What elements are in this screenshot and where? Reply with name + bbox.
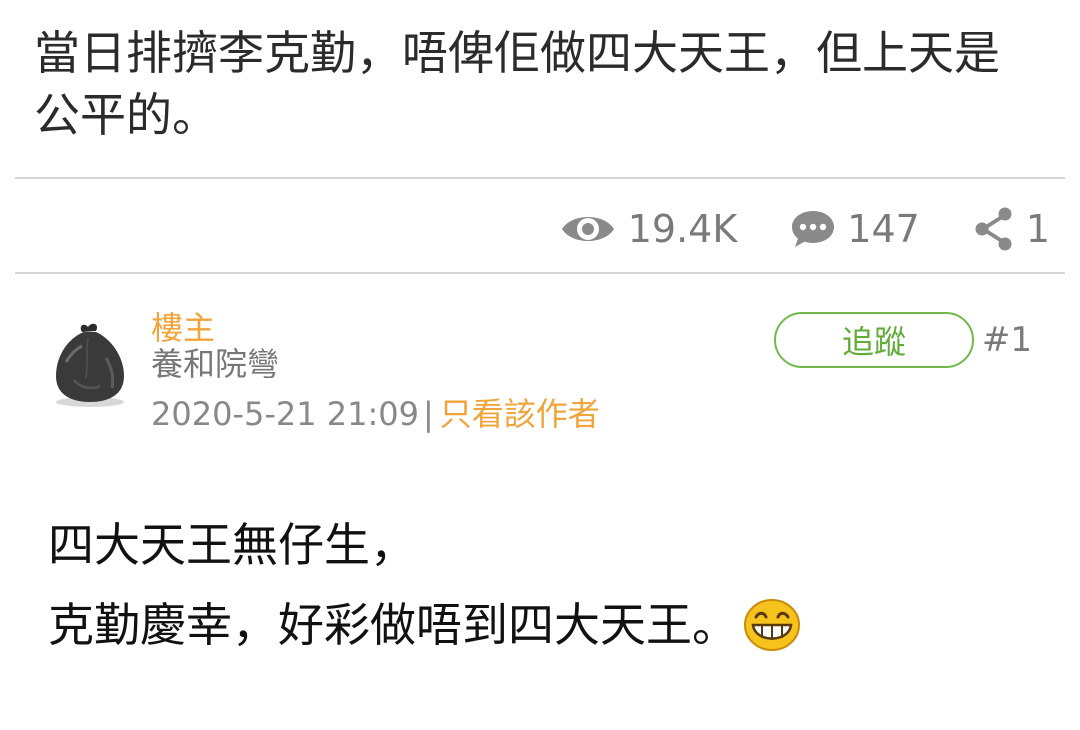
thread-title: 當日排擠李克勤，唔俾佢做四大天王，但上天是公平的。: [34, 26, 1000, 142]
views-stat: 19.4K: [558, 207, 738, 251]
divider: [15, 177, 1065, 179]
views-count: 19.4K: [627, 207, 738, 251]
post-body: 四大天王無仔生， 克勤慶幸，好彩做唔到四大天王。: [48, 505, 1048, 677]
share-icon: [972, 205, 1016, 253]
post-datetime: 2020-5-21 21:09: [151, 395, 419, 433]
post-meta: 2020-5-21 21:09 | 只看該作者: [151, 396, 600, 432]
avatar[interactable]: [48, 318, 132, 408]
op-badge: 樓主: [151, 309, 216, 347]
shares-stat[interactable]: 1: [972, 205, 1050, 253]
stats-bar: 19.4K 147 1: [506, 198, 1050, 260]
follow-button[interactable]: 追蹤: [774, 312, 974, 368]
post-body-line-text: 克勤慶幸，好彩做唔到四大天王。: [48, 598, 738, 652]
post-header: 樓主 養和院彎 2020-5-21 21:09 | 只看該作者 追蹤 #1: [48, 310, 1048, 440]
post-body-line-2: 克勤慶幸，好彩做唔到四大天王。: [48, 585, 1048, 677]
comment-bubble-icon: [789, 207, 837, 251]
grinning-face-icon: [742, 597, 802, 677]
garbage-bag-avatar: [56, 323, 124, 407]
shares-count: 1: [1025, 207, 1050, 251]
eye-icon: [558, 207, 618, 251]
author-block: 樓主 養和院彎 2020-5-21 21:09 | 只看該作者: [151, 310, 600, 432]
only-author-link[interactable]: 只看該作者: [440, 395, 600, 433]
replies-stat[interactable]: 147: [789, 207, 920, 251]
floor-number: #1: [981, 320, 1032, 360]
post-body-line: 四大天王無仔生，: [48, 518, 416, 572]
meta-separator: |: [423, 395, 434, 433]
author-name[interactable]: 養和院彎: [151, 346, 600, 382]
replies-count: 147: [847, 207, 920, 251]
divider: [15, 272, 1065, 274]
